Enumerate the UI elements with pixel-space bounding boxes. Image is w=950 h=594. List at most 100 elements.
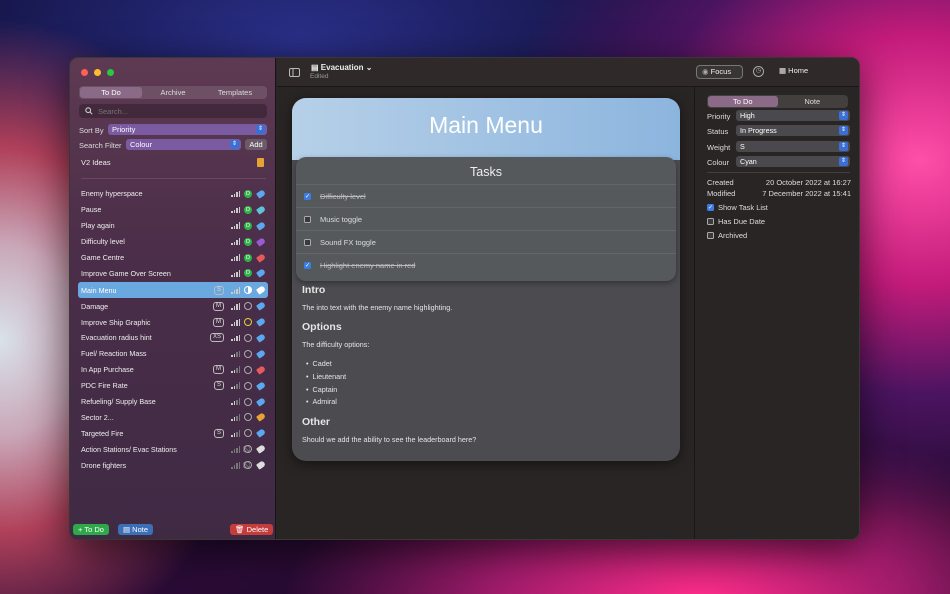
task-checkbox[interactable] bbox=[304, 215, 311, 223]
add-filter-button[interactable]: Add bbox=[245, 139, 267, 150]
task-item[interactable]: ✓ Difficulty level bbox=[296, 184, 676, 207]
focus-button[interactable]: ◉ Focus bbox=[696, 65, 743, 79]
window-controls bbox=[81, 69, 114, 76]
sidebar-toggle-icon[interactable] bbox=[289, 68, 300, 77]
status-select[interactable]: In Progress ⇕ bbox=[736, 125, 850, 136]
tab-inspector-todo[interactable]: To Do bbox=[708, 96, 778, 107]
priority-value: High bbox=[740, 111, 755, 120]
task-checkbox[interactable]: ✓ bbox=[304, 261, 311, 269]
close-window-button[interactable] bbox=[81, 69, 88, 76]
todo-item[interactable]: Play again D bbox=[78, 218, 268, 234]
group-title[interactable]: V2 Ideas bbox=[81, 158, 111, 167]
tab-inspector-note[interactable]: Note bbox=[778, 96, 848, 107]
task-item[interactable]: ✓ Highlight enemy name in red bbox=[296, 253, 676, 276]
colour-select[interactable]: Cyan ⇕ bbox=[736, 156, 850, 167]
focus-label: Focus bbox=[710, 67, 732, 76]
task-checkbox[interactable] bbox=[304, 238, 311, 246]
add-note-button[interactable]: ▤ Note bbox=[118, 524, 154, 535]
archive-box-icon[interactable] bbox=[257, 158, 264, 167]
todo-item[interactable]: Game Centre D bbox=[78, 250, 268, 266]
has-due-date-checkbox[interactable]: Has Due Date bbox=[707, 217, 765, 226]
search-filter-select[interactable]: Colour ⇕ bbox=[126, 139, 241, 150]
show-task-list-checkbox[interactable]: ✓ Show Task List bbox=[707, 203, 768, 212]
priority-bars-icon bbox=[231, 270, 240, 277]
divider bbox=[81, 178, 266, 179]
delete-button[interactable]: 🗑 Delete bbox=[230, 524, 274, 535]
chevron-updown-icon: ⇕ bbox=[230, 140, 239, 149]
size-badge: M bbox=[213, 301, 224, 311]
timer-icon[interactable]: ◷ bbox=[753, 66, 764, 77]
created-value: 20 October 2022 at 16:27 bbox=[765, 178, 851, 187]
search-input[interactable] bbox=[98, 106, 248, 116]
priority-bars-icon bbox=[231, 382, 240, 390]
done-status-icon: D bbox=[244, 237, 252, 246]
todo-item[interactable]: Improve Ship Graphic M bbox=[78, 314, 268, 330]
todo-item[interactable]: Damage M bbox=[78, 298, 268, 314]
priority-bars-icon bbox=[231, 206, 240, 214]
todo-item[interactable]: Sector 2... bbox=[78, 409, 268, 425]
list-item: • Captain bbox=[306, 384, 338, 394]
zoom-window-button[interactable] bbox=[107, 69, 114, 76]
task-checkbox[interactable]: ✓ bbox=[304, 192, 311, 200]
sort-by-select[interactable]: Priority ⇕ bbox=[108, 124, 267, 135]
status-label: Status bbox=[707, 127, 729, 136]
archived-label: Archived bbox=[718, 231, 748, 240]
chevron-updown-icon: ⇕ bbox=[839, 142, 848, 151]
todo-item[interactable]: Evacuation radius hint XS bbox=[78, 330, 268, 346]
home-icon: ▦ bbox=[779, 66, 789, 75]
priority-bars-icon bbox=[231, 190, 240, 198]
options-text: The difficulty options: bbox=[302, 340, 370, 349]
priority-bars-icon bbox=[231, 286, 240, 294]
tab-todo[interactable]: To Do bbox=[80, 87, 142, 98]
toolbar: ▤ Evacuation ⌄ Edited ◉ Focus ◷ ▦ Home bbox=[277, 58, 859, 87]
created-label: Created bbox=[707, 178, 734, 187]
priority-bars-icon bbox=[231, 302, 240, 310]
add-todo-label: To Do bbox=[84, 525, 104, 534]
todo-item[interactable]: Improve Game Over Screen D bbox=[78, 265, 268, 281]
tab-archive[interactable]: Archive bbox=[142, 87, 204, 98]
todo-item[interactable]: Difficulty level D bbox=[78, 234, 268, 250]
add-note-label: Note bbox=[132, 525, 149, 534]
checkbox-box bbox=[707, 232, 714, 239]
show-task-list-label: Show Task List bbox=[718, 203, 768, 212]
add-todo-button[interactable]: + To Do bbox=[73, 524, 109, 535]
chevron-down-icon: ⌄ bbox=[365, 63, 373, 72]
task-label: Highlight enemy name in red bbox=[320, 260, 416, 270]
colour-value: Cyan bbox=[740, 157, 757, 166]
options-heading: Options bbox=[302, 321, 342, 333]
home-button[interactable]: ▦ Home bbox=[779, 66, 808, 75]
todo-item[interactable]: Enemy hyperspace D bbox=[78, 186, 268, 202]
todo-item[interactable]: Pause D bbox=[78, 202, 268, 218]
eye-icon: ◉ bbox=[702, 67, 711, 76]
chevron-updown-icon: ⇕ bbox=[839, 111, 848, 120]
weight-label: Weight bbox=[707, 143, 731, 152]
todo-item[interactable]: Fuel/ Reaction Mass bbox=[78, 346, 268, 362]
list-item: • Cadet bbox=[306, 359, 332, 368]
archived-checkbox[interactable]: Archived bbox=[707, 231, 747, 240]
todo-item[interactable]: Drone fighters⃠ bbox=[78, 457, 268, 473]
document-icon: ▤ bbox=[311, 63, 321, 72]
task-item[interactable]: Sound FX toggle bbox=[296, 230, 676, 253]
todo-item[interactable]: PDC Fire Rate S bbox=[78, 378, 268, 394]
home-label: Home bbox=[788, 66, 809, 75]
minimize-window-button[interactable] bbox=[94, 69, 101, 76]
task-item[interactable]: Music toggle bbox=[296, 207, 676, 230]
tab-templates[interactable]: Templates bbox=[204, 87, 266, 98]
todo-item[interactable]: Main Menu S bbox=[78, 282, 268, 299]
list-item-text: Captain bbox=[312, 384, 338, 394]
document-title-menu[interactable]: ▤ Evacuation ⌄ bbox=[311, 63, 372, 72]
open-status-icon bbox=[244, 349, 252, 358]
priority-bars-icon bbox=[231, 334, 240, 342]
document-card[interactable]: Main Menu Tasks ✓ Difficulty level Music t… bbox=[292, 98, 680, 461]
note-body: Intro The into text with the enemy name … bbox=[302, 284, 662, 453]
priority-bars-icon bbox=[231, 414, 240, 421]
weight-select[interactable]: S ⇕ bbox=[736, 141, 850, 152]
todo-item[interactable]: Targeted Fire S bbox=[78, 425, 268, 441]
size-badge: S bbox=[213, 381, 224, 391]
todo-item[interactable]: Action Stations/ Evac Stations⃠ bbox=[78, 441, 268, 457]
chevron-updown-icon: ⇕ bbox=[256, 125, 265, 134]
todo-item[interactable]: Refueling/ Supply Base bbox=[78, 394, 268, 410]
intro-text: The into text with the enemy name highli… bbox=[302, 303, 453, 312]
todo-item[interactable]: In App Purchase M bbox=[78, 362, 268, 378]
priority-select[interactable]: High ⇕ bbox=[736, 110, 850, 121]
